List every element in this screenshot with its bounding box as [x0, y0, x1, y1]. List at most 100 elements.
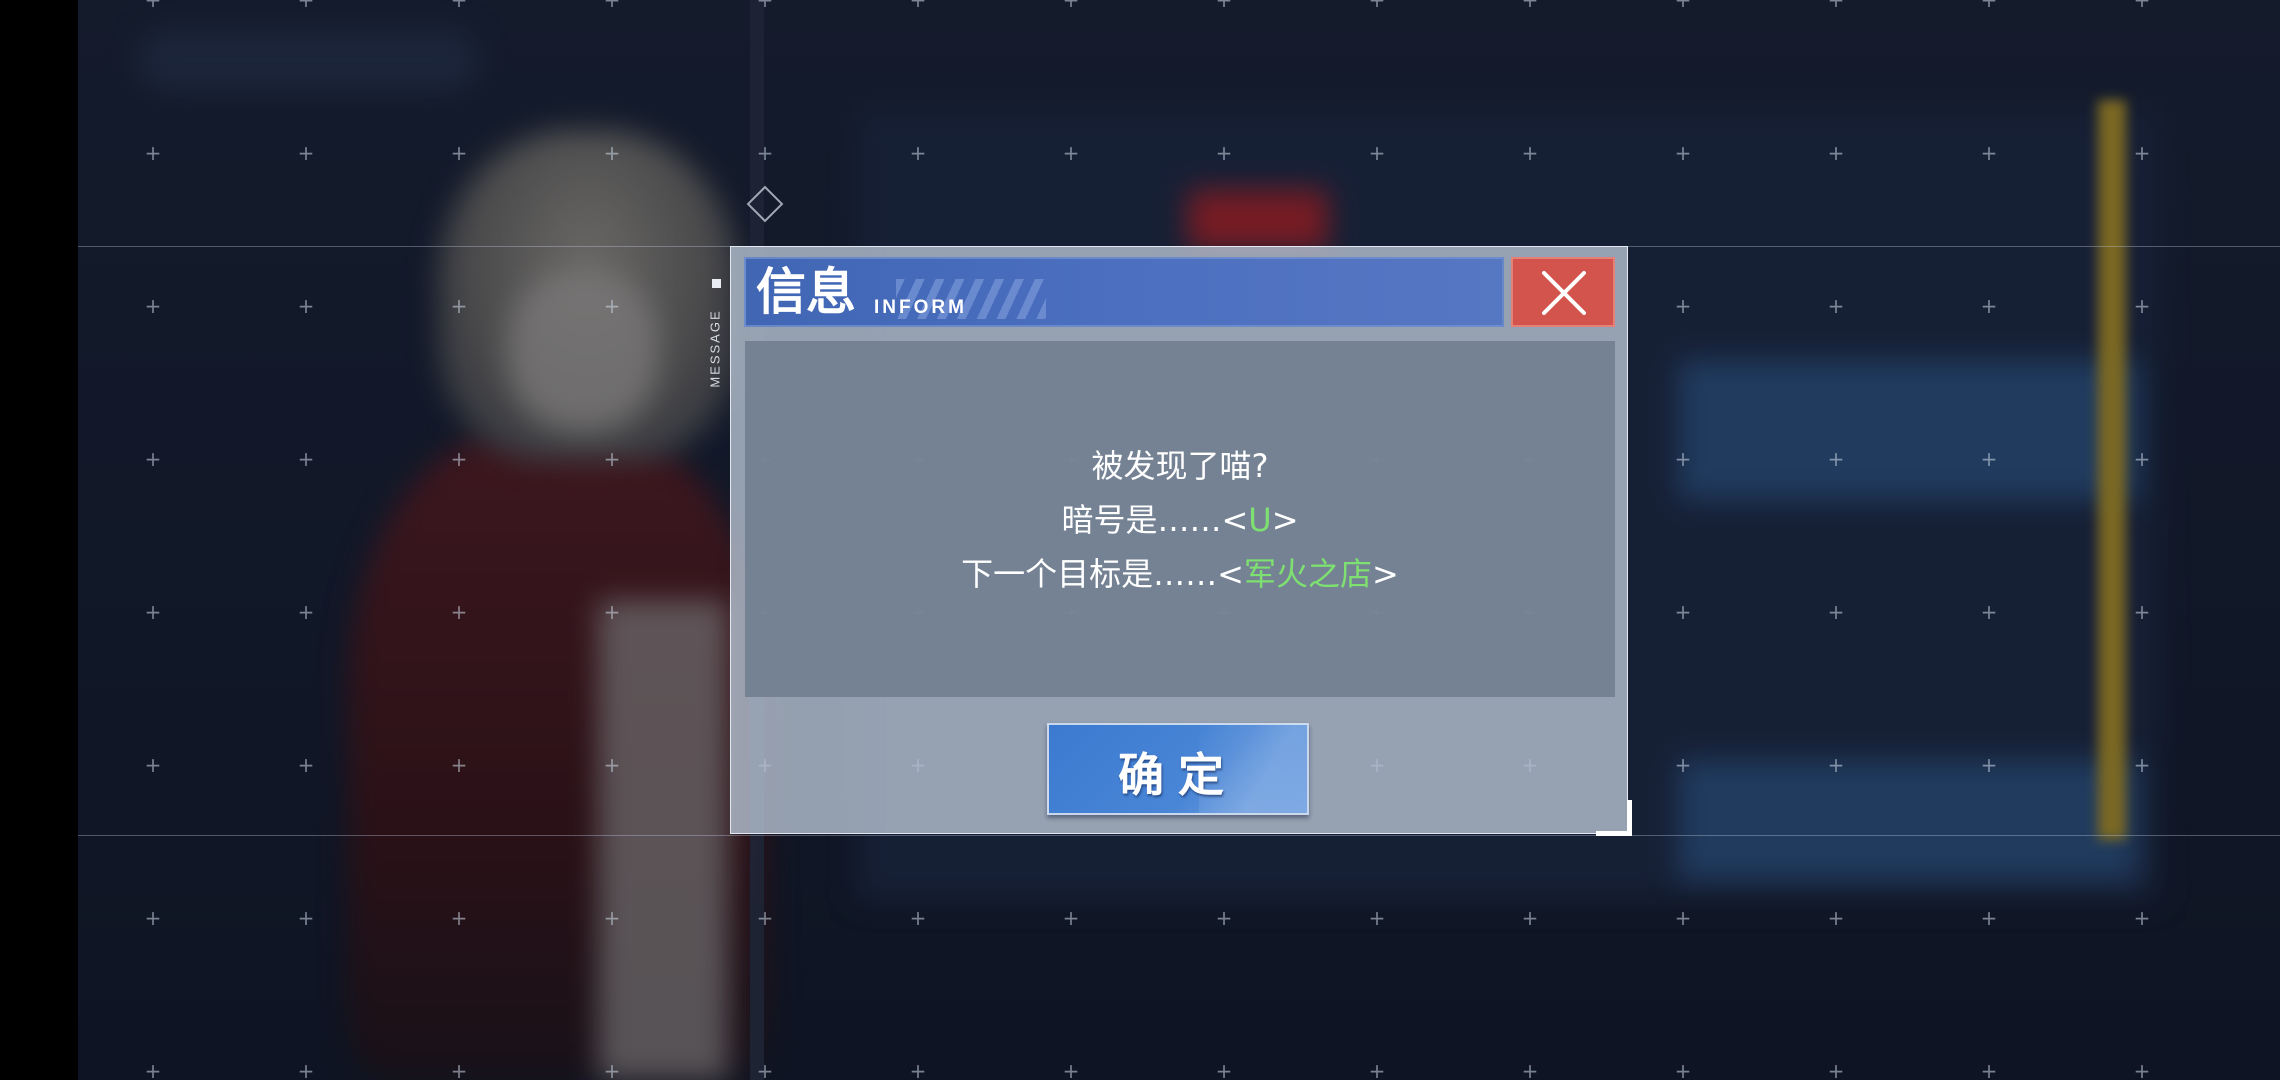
- grid-plus-icon: +: [144, 1059, 162, 1080]
- grid-plus-icon: +: [1827, 753, 1845, 777]
- grid-plus-icon: +: [297, 294, 315, 318]
- grid-plus-icon: +: [603, 753, 621, 777]
- corner-bracket-decoration: [1596, 800, 1632, 836]
- grid-plus-icon: +: [1368, 906, 1386, 930]
- grid-plus-icon: +: [1827, 1059, 1845, 1080]
- grid-plus-icon: +: [450, 141, 468, 165]
- grid-plus-icon: +: [1368, 0, 1386, 12]
- grid-plus-icon: +: [603, 600, 621, 624]
- grid-plus-icon: +: [1215, 906, 1233, 930]
- grid-plus-icon: +: [450, 0, 468, 12]
- grid-plus-icon: +: [1521, 0, 1539, 12]
- side-square-icon: [712, 279, 721, 288]
- grid-plus-icon: +: [1827, 294, 1845, 318]
- game-screen: + + + + + + + + + + + + + + + + + + + + + + + + + + + + + + + + + + + + + + + +…: [0, 0, 2280, 1080]
- grid-plus-icon: +: [2133, 906, 2151, 930]
- grid-plus-icon: +: [909, 0, 927, 12]
- grid-plus-icon: +: [297, 141, 315, 165]
- grid-plus-icon: +: [450, 1059, 468, 1080]
- grid-plus-icon: +: [1980, 141, 1998, 165]
- confirm-button[interactable]: 确定: [1047, 723, 1309, 815]
- grid-plus-icon: +: [1674, 906, 1692, 930]
- grid-plus-icon: +: [909, 906, 927, 930]
- grid-plus-icon: +: [1062, 1059, 1080, 1080]
- dialog-header: 信息 INFORM: [744, 257, 1504, 327]
- grid-plus-icon: +: [1215, 1059, 1233, 1080]
- message-line-2: 暗号是……<U>: [745, 495, 1615, 541]
- grid-plus-icon: +: [2133, 447, 2151, 471]
- grid-plus-icon: +: [144, 753, 162, 777]
- grid-plus-icon: +: [1215, 141, 1233, 165]
- grid-plus-icon: +: [1980, 1059, 1998, 1080]
- target-prefix: 下一个目标是……<: [961, 555, 1244, 593]
- grid-plus-icon: +: [603, 141, 621, 165]
- grid-plus-icon: +: [450, 906, 468, 930]
- grid-plus-icon: +: [2133, 141, 2151, 165]
- grid-plus-icon: +: [450, 753, 468, 777]
- close-icon: [1542, 271, 1586, 315]
- grid-plus-icon: +: [1368, 1059, 1386, 1080]
- target-suffix: >: [1372, 555, 1399, 593]
- guide-line-bottom: [78, 835, 2280, 836]
- grid-plus-icon: +: [1827, 906, 1845, 930]
- confirm-label: 确定: [1118, 748, 1238, 802]
- grid-plus-icon: +: [1980, 294, 1998, 318]
- grid-plus-icon: +: [297, 753, 315, 777]
- grid-plus-icon: +: [1980, 600, 1998, 624]
- grid-plus-icon: +: [603, 1059, 621, 1080]
- grid-plus-icon: +: [1674, 0, 1692, 12]
- grid-plus-icon: +: [1674, 294, 1692, 318]
- dialog-message-area: 被发现了喵? 暗号是……<U> 下一个目标是……<军火之店>: [745, 341, 1615, 697]
- grid-plus-icon: +: [909, 141, 927, 165]
- dialog-title: 信息: [756, 262, 856, 321]
- grid-plus-icon: +: [450, 447, 468, 471]
- grid-plus-icon: +: [1521, 1059, 1539, 1080]
- grid-plus-icon: +: [756, 906, 774, 930]
- grid-plus-icon: +: [297, 906, 315, 930]
- grid-plus-icon: +: [1674, 1059, 1692, 1080]
- inform-dialog: MESSAGE 信息 INFORM 被发现了喵? 暗号是……<U> 下一个目标是…: [708, 246, 1628, 834]
- grid-plus-icon: +: [603, 447, 621, 471]
- grid-plus-icon: +: [144, 0, 162, 12]
- grid-plus-icon: +: [1980, 0, 1998, 12]
- grid-plus-icon: +: [603, 0, 621, 12]
- grid-plus-icon: +: [1674, 447, 1692, 471]
- grid-plus-icon: +: [1521, 906, 1539, 930]
- grid-plus-icon: +: [1980, 447, 1998, 471]
- grid-plus-icon: +: [1980, 753, 1998, 777]
- grid-plus-icon: +: [144, 294, 162, 318]
- grid-plus-icon: +: [450, 600, 468, 624]
- grid-plus-icon: +: [1827, 0, 1845, 12]
- dialog-subtitle: INFORM: [874, 297, 967, 318]
- grid-plus-icon: +: [1062, 141, 1080, 165]
- grid-plus-icon: +: [756, 0, 774, 12]
- code-suffix: >: [1271, 501, 1299, 539]
- grid-plus-icon: +: [144, 906, 162, 930]
- grid-plus-icon: +: [144, 141, 162, 165]
- grid-plus-icon: +: [297, 600, 315, 624]
- code-value: U: [1248, 501, 1272, 539]
- grid-plus-icon: +: [1062, 906, 1080, 930]
- grid-plus-icon: +: [297, 0, 315, 12]
- grid-plus-icon: +: [1521, 141, 1539, 165]
- grid-plus-icon: +: [603, 906, 621, 930]
- grid-plus-icon: +: [2133, 1059, 2151, 1080]
- grid-plus-icon: +: [603, 294, 621, 318]
- grid-plus-icon: +: [756, 141, 774, 165]
- grid-plus-icon: +: [1368, 141, 1386, 165]
- grid-plus-icon: +: [1674, 600, 1692, 624]
- grid-plus-icon: +: [297, 1059, 315, 1080]
- grid-plus-icon: +: [144, 600, 162, 624]
- grid-plus-icon: +: [1215, 0, 1233, 12]
- grid-plus-icon: +: [450, 294, 468, 318]
- dialog-side-label: MESSAGE: [707, 279, 725, 409]
- target-value: 军火之店: [1244, 555, 1373, 593]
- side-label-text: MESSAGE: [707, 309, 723, 388]
- grid-plus-icon: +: [2133, 0, 2151, 12]
- grid-plus-icon: +: [909, 1059, 927, 1080]
- grid-plus-icon: +: [1827, 447, 1845, 471]
- grid-plus-icon: +: [144, 447, 162, 471]
- grid-plus-icon: +: [297, 447, 315, 471]
- message-line-3: 下一个目标是……<军火之店>: [745, 549, 1615, 595]
- close-button[interactable]: [1511, 257, 1615, 327]
